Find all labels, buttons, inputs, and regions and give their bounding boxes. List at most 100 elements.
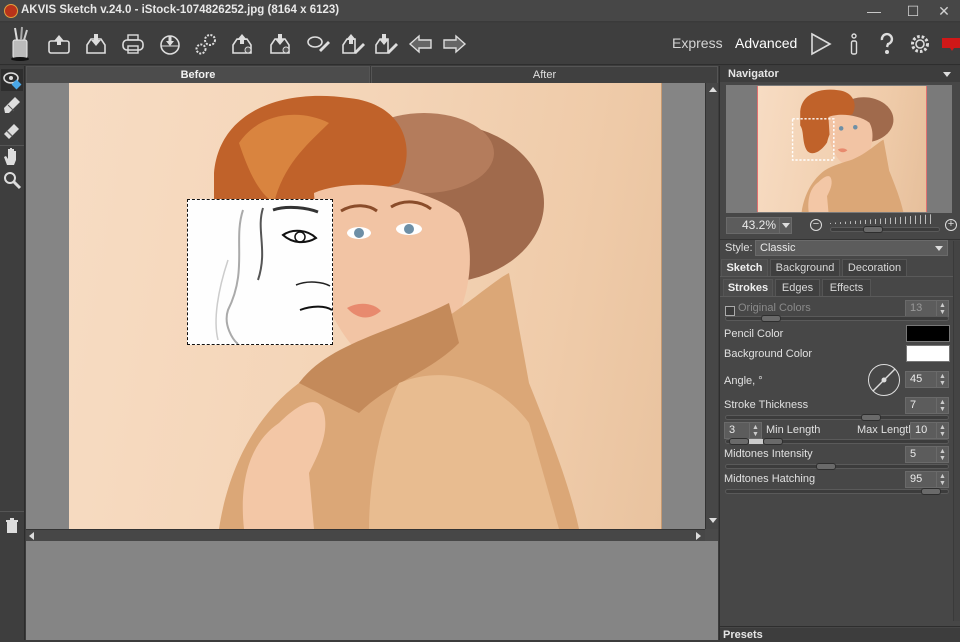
zoom-slider[interactable] <box>830 226 940 233</box>
background-color-swatch[interactable] <box>906 345 950 362</box>
tab-before[interactable]: Before <box>26 66 370 83</box>
original-colors-checkbox[interactable] <box>725 306 735 316</box>
min-length-label: Min Length <box>766 424 821 436</box>
tab-effects[interactable]: Effects <box>822 279 871 296</box>
vertical-scrollbar[interactable] <box>705 83 718 529</box>
angle-label: Angle, ° <box>724 375 763 387</box>
title-bar: AKVIS Sketch v.24.0 - iStock-1074826252.… <box>0 0 960 22</box>
zoom-slider-thumb[interactable] <box>863 226 883 233</box>
length-range-fill <box>749 439 763 444</box>
stroke-thickness-input[interactable]: 7 ▲ ▼ <box>905 397 949 414</box>
redo-icon[interactable] <box>441 32 467 56</box>
length-range-slider[interactable] <box>725 438 949 445</box>
scroll-left-icon[interactable] <box>29 532 34 540</box>
express-mode-button[interactable]: Express <box>672 35 723 51</box>
style-value: Classic <box>760 242 796 254</box>
tab-background[interactable]: Background <box>770 259 840 276</box>
sketch-preview-tool-icon[interactable] <box>1 69 23 91</box>
tab-sketch[interactable]: Sketch <box>721 259 768 276</box>
chevron-down-icon <box>935 246 943 251</box>
comment-icon[interactable] <box>305 32 331 56</box>
scroll-up-icon[interactable] <box>709 87 717 92</box>
save-settings-icon[interactable] <box>267 32 293 56</box>
zoom-in-icon[interactable]: + <box>945 219 957 231</box>
collapse-icon[interactable] <box>943 72 951 77</box>
save-file-icon[interactable] <box>83 32 109 56</box>
navigator-preview[interactable] <box>726 85 952 213</box>
original-colors-input[interactable]: 13 ▲ ▼ <box>905 300 949 317</box>
midtones-intensity-label: Midtones Intensity <box>724 448 813 460</box>
trash-icon[interactable] <box>1 515 23 537</box>
spin-arrows-icon[interactable]: ▲ ▼ <box>936 398 948 413</box>
export-strokes-icon[interactable] <box>373 32 399 56</box>
spin-arrows-icon[interactable]: ▲ ▼ <box>936 301 948 316</box>
original-colors-slider[interactable] <box>725 315 949 322</box>
zoom-tool-icon[interactable] <box>1 169 23 191</box>
spin-arrows-icon[interactable]: ▲ ▼ <box>936 423 948 438</box>
midtones-hatching-input[interactable]: 95 ▲ ▼ <box>905 471 949 488</box>
preferences-icon[interactable] <box>907 32 933 56</box>
angle-input[interactable]: 45 ▲ ▼ <box>905 371 949 388</box>
divider <box>720 276 960 277</box>
min-length-thumb[interactable] <box>729 438 749 445</box>
info-icon[interactable] <box>841 32 867 56</box>
pencil-tool-icon[interactable] <box>1 94 23 116</box>
eraser-tool-icon[interactable] <box>1 119 23 141</box>
view-tabs: Before After <box>26 66 718 83</box>
presets-header[interactable]: Presets <box>720 628 960 641</box>
spin-arrows-icon[interactable]: ▲ ▼ <box>936 447 948 462</box>
angle-value: 45 <box>910 373 923 385</box>
tab-strokes[interactable]: Strokes <box>723 279 773 296</box>
midtones-intensity-slider[interactable] <box>725 463 949 470</box>
app-logo-icon <box>4 4 18 18</box>
maximize-button[interactable]: ☐ <box>899 2 927 20</box>
spin-arrows-icon[interactable]: ▲ ▼ <box>936 372 948 387</box>
tab-edges[interactable]: Edges <box>775 279 820 296</box>
navigator-header[interactable]: Navigator <box>720 66 960 82</box>
undo-icon[interactable] <box>408 32 434 56</box>
stroke-thickness-slider[interactable] <box>725 414 949 421</box>
midtones-hatching-slider[interactable] <box>725 488 949 495</box>
sketch-preview-region[interactable] <box>187 199 333 345</box>
midtones-hatching-value: 95 <box>910 473 923 485</box>
min-length-input[interactable]: 3 ▲ ▼ <box>724 422 762 439</box>
open-file-icon[interactable] <box>46 32 72 56</box>
chevron-down-icon <box>782 223 790 228</box>
panel-scrollbar[interactable] <box>953 241 960 621</box>
share-icon[interactable] <box>157 32 183 56</box>
hand-tool-icon[interactable] <box>1 145 23 167</box>
pencil-color-swatch[interactable] <box>906 325 950 342</box>
news-icon[interactable] <box>938 32 960 56</box>
load-settings-icon[interactable] <box>229 32 255 56</box>
slider-thumb[interactable] <box>921 488 941 495</box>
slider-thumb[interactable] <box>861 414 881 421</box>
minimize-button[interactable]: — <box>860 2 888 20</box>
max-length-input[interactable]: 10 ▲ ▼ <box>910 422 949 439</box>
slider-thumb[interactable] <box>816 463 836 470</box>
close-button[interactable]: ✕ <box>930 2 958 20</box>
zoom-out-icon[interactable]: − <box>810 219 822 231</box>
angle-dial[interactable] <box>868 364 900 396</box>
help-icon[interactable] <box>874 32 900 56</box>
zoom-dropdown-button[interactable] <box>779 217 792 234</box>
main-toolbar: Express Advanced <box>0 23 960 65</box>
scroll-down-icon[interactable] <box>709 518 717 523</box>
max-length-thumb[interactable] <box>763 438 783 445</box>
batch-processing-icon[interactable] <box>193 32 219 56</box>
max-length-value: 10 <box>915 424 928 436</box>
tab-decoration[interactable]: Decoration <box>842 259 907 276</box>
advanced-mode-button[interactable]: Advanced <box>735 35 797 51</box>
image-canvas[interactable] <box>26 83 705 529</box>
divider <box>720 626 960 627</box>
horizontal-scrollbar[interactable] <box>26 529 705 541</box>
spin-arrows-icon[interactable]: ▲ ▼ <box>749 423 761 438</box>
import-strokes-icon[interactable] <box>340 32 366 56</box>
style-select[interactable]: Classic <box>755 240 948 256</box>
midtones-intensity-input[interactable]: 5 ▲ ▼ <box>905 446 949 463</box>
slider-thumb[interactable] <box>761 315 781 322</box>
spin-arrows-icon[interactable]: ▲ ▼ <box>936 472 948 487</box>
scroll-right-icon[interactable] <box>696 532 701 540</box>
tab-after[interactable]: After <box>371 66 718 83</box>
run-icon[interactable] <box>808 32 834 56</box>
print-icon[interactable] <box>120 32 146 56</box>
